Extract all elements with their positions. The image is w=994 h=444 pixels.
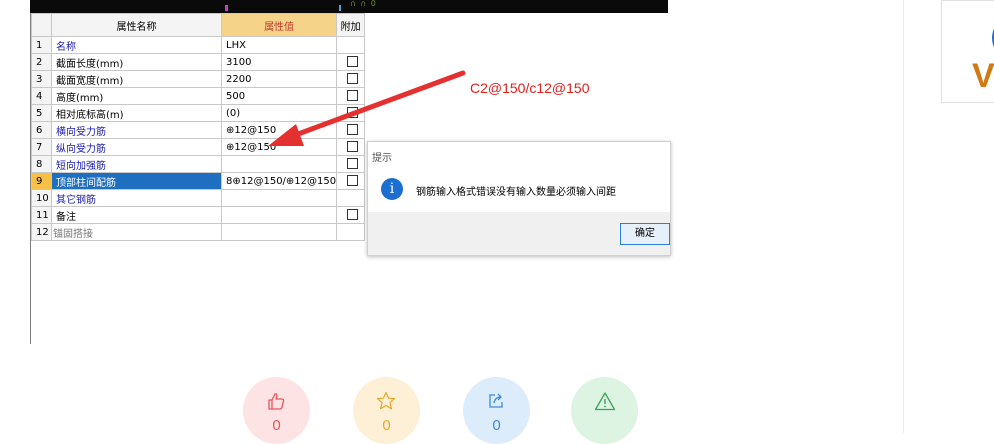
dialog-footer: 确定 <box>368 212 670 255</box>
star-icon <box>376 391 396 410</box>
message-dialog: 提示 i 钢筋输入格式错误没有输入数量必须输入间距 确定 <box>367 141 671 256</box>
report-button[interactable] <box>571 377 638 444</box>
annotation-text: C2@150/c12@150 <box>470 80 590 96</box>
logo-letter: V <box>972 57 994 95</box>
dialog-title: 提示 <box>372 153 392 164</box>
ok-button[interactable]: 确定 <box>620 223 670 245</box>
share-count: 0 <box>492 417 501 434</box>
like-count: 0 <box>272 417 281 434</box>
column-divider <box>903 0 904 433</box>
like-button[interactable]: 0 <box>243 377 310 444</box>
favorite-count: 0 <box>382 417 391 434</box>
dialog-message: 钢筋输入格式错误没有输入数量必须输入间距 <box>416 187 616 198</box>
warning-icon <box>594 392 616 411</box>
thumbs-up-icon <box>268 393 285 410</box>
share-button[interactable]: 0 <box>463 377 530 444</box>
favorite-button[interactable]: 0 <box>353 377 420 444</box>
info-icon: i <box>381 178 403 200</box>
share-icon <box>489 393 503 408</box>
site-logo[interactable]: V <box>941 0 994 103</box>
